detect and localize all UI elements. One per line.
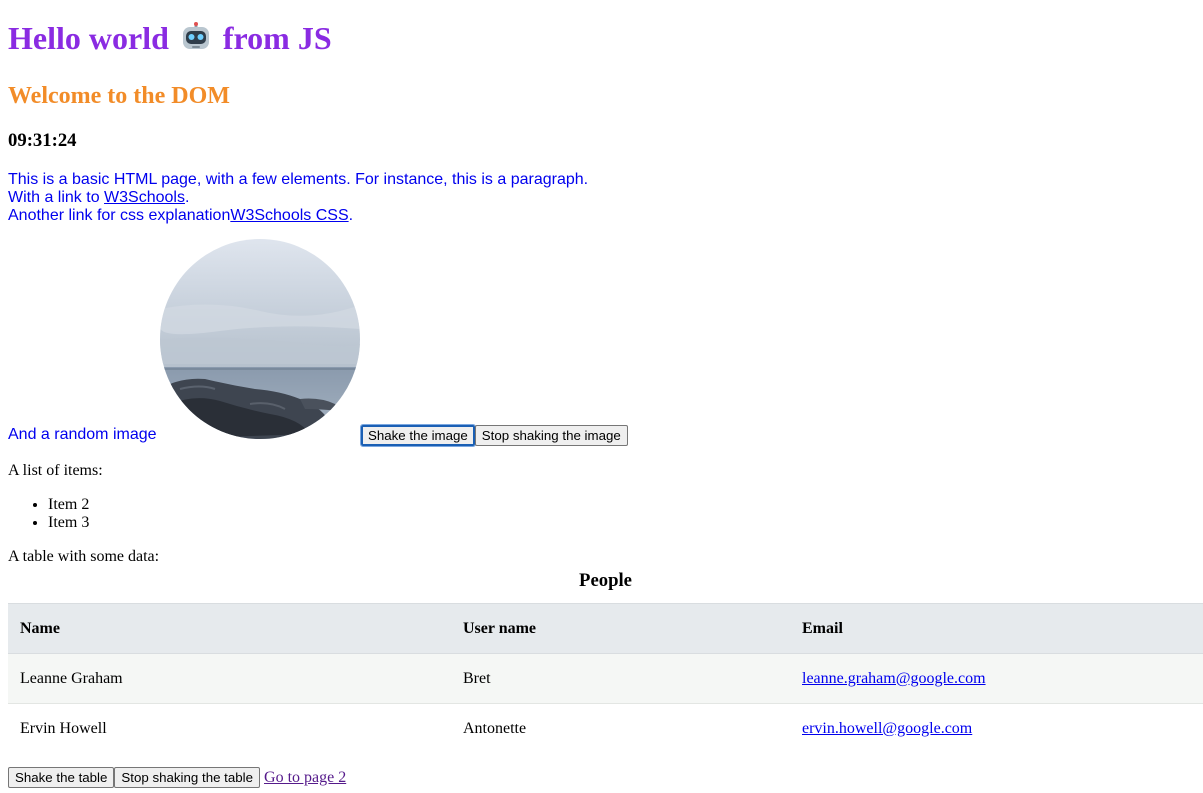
intro-line-3-end: . bbox=[348, 207, 354, 224]
cell-username: Bret bbox=[463, 669, 491, 687]
w3schools-css-link[interactable]: W3Schools CSS bbox=[230, 207, 348, 224]
column-header-email: Email bbox=[802, 619, 843, 637]
column-header-username: User name bbox=[463, 619, 537, 637]
table-controls: Shake the table Stop shaking the table G… bbox=[8, 767, 346, 788]
heading-text-end: from JS bbox=[222, 20, 332, 56]
intro-line-2: With a link to W3Schools. bbox=[8, 189, 708, 207]
shake-image-button[interactable]: Shake the image bbox=[360, 424, 476, 447]
list-item: Item 3 bbox=[48, 514, 89, 532]
list-item: Item 2 bbox=[48, 496, 89, 514]
intro-paragraph: This is a basic HTML page, with a few el… bbox=[8, 171, 708, 225]
page-heading: Hello world from JS bbox=[8, 20, 332, 57]
table-row: Ervin Howell Antonette ervin.howell@goog… bbox=[8, 703, 1203, 754]
image-buttons: Shake the image Stop shaking the image bbox=[360, 424, 628, 447]
email-link[interactable]: leanne.graham@google.com bbox=[802, 670, 986, 687]
image-section: And a random image Shake the image Stop … bbox=[8, 238, 708, 447]
heading-text-start: Hello world bbox=[8, 20, 169, 56]
intro-line-1: This is a basic HTML page, with a few el… bbox=[8, 171, 589, 188]
people-table: Name User name Email Leanne Graham Bret … bbox=[8, 603, 1203, 753]
clock-display: 09:31:24 bbox=[8, 130, 77, 151]
cell-name: Leanne Graham bbox=[20, 669, 123, 687]
list-label: A list of items: bbox=[8, 462, 103, 479]
go-to-page-2-link[interactable]: Go to page 2 bbox=[264, 769, 346, 787]
welcome-subheading: Welcome to the DOM bbox=[8, 83, 230, 109]
stop-shaking-table-button[interactable]: Stop shaking the table bbox=[114, 767, 261, 788]
random-image bbox=[160, 239, 360, 439]
table-label: A table with some data: bbox=[8, 548, 160, 565]
shake-table-button[interactable]: Shake the table bbox=[8, 767, 115, 788]
intro-line-3: Another link for css explanationW3School… bbox=[8, 207, 708, 225]
items-list: Item 2 Item 3 bbox=[8, 496, 89, 532]
seascape-image bbox=[160, 239, 360, 439]
intro-line-2-end: . bbox=[184, 189, 190, 206]
email-link[interactable]: ervin.howell@google.com bbox=[802, 720, 972, 737]
column-header-name: Name bbox=[20, 619, 60, 637]
table-header-row: Name User name Email bbox=[8, 603, 1203, 654]
w3schools-link[interactable]: W3Schools bbox=[104, 189, 185, 206]
table-caption: People bbox=[579, 570, 632, 591]
table-row: Leanne Graham Bret leanne.graham@google.… bbox=[8, 653, 1203, 704]
cell-email: ervin.howell@google.com bbox=[790, 704, 1203, 754]
cell-username: Antonette bbox=[463, 719, 527, 737]
intro-line-2-text: With a link to bbox=[8, 189, 105, 206]
image-caption: And a random image bbox=[8, 426, 157, 443]
intro-line-3-text: Another link for css explanation bbox=[8, 207, 231, 224]
cell-email: leanne.graham@google.com bbox=[790, 654, 1203, 704]
robot-icon bbox=[182, 22, 209, 49]
stop-shaking-image-button[interactable]: Stop shaking the image bbox=[474, 425, 628, 446]
cell-name: Ervin Howell bbox=[20, 719, 107, 737]
